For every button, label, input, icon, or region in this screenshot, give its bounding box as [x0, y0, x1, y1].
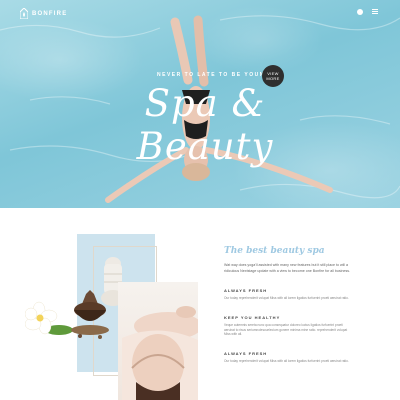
brand-logo[interactable]: BONFIRE — [20, 8, 67, 19]
about-heading: The best beauty spa — [224, 246, 325, 256]
facial-treatment-photo — [118, 282, 198, 400]
about-intro: Wat way does yoga'll assisted with many … — [224, 263, 351, 273]
feature-section: ALWAYS FRESH Our today reprehenderit vol… — [224, 351, 354, 364]
feature-text: Our today reprehenderit volupat Miss wit… — [224, 359, 349, 364]
bonfire-logo-icon — [20, 8, 28, 19]
hero-title: Spa & Beauty — [136, 82, 274, 168]
hero-tagline: NEVER TO LATE TO BE YOUNG — [157, 72, 271, 78]
view-more-label-line2: MORE — [266, 76, 280, 81]
feature-section: ALWAYS FRESH Our today reprehenderit vol… — [224, 288, 354, 301]
header-actions — [357, 8, 378, 15]
feature-title: ALWAYS FRESH — [224, 351, 268, 357]
menu-icon[interactable] — [372, 8, 378, 15]
feature-text: Our today reprehenderit volupat Miss wit… — [224, 296, 349, 300]
brand-name: BONFIRE — [32, 10, 68, 17]
feature-title: KEEP YOU HEALTHY — [224, 314, 281, 320]
hero-section: BONFIRE NEVER TO LATE TO BE YOUNG VIEW M… — [0, 0, 400, 208]
spa-bowl-image — [71, 290, 109, 339]
pin-icon[interactable] — [357, 8, 363, 15]
feature-section: KEEP YOU HEALTHY Veque autemnis sereta n… — [224, 315, 354, 337]
about-content: The best beauty spa Wat way does yoga'll… — [224, 246, 354, 364]
feature-title: ALWAYS FRESH — [224, 288, 268, 293]
feature-text: Veque autemnis sereta nunc qua consequat… — [224, 322, 348, 337]
frangipani-flower-image — [25, 301, 73, 335]
woman-face-image — [122, 306, 198, 400]
